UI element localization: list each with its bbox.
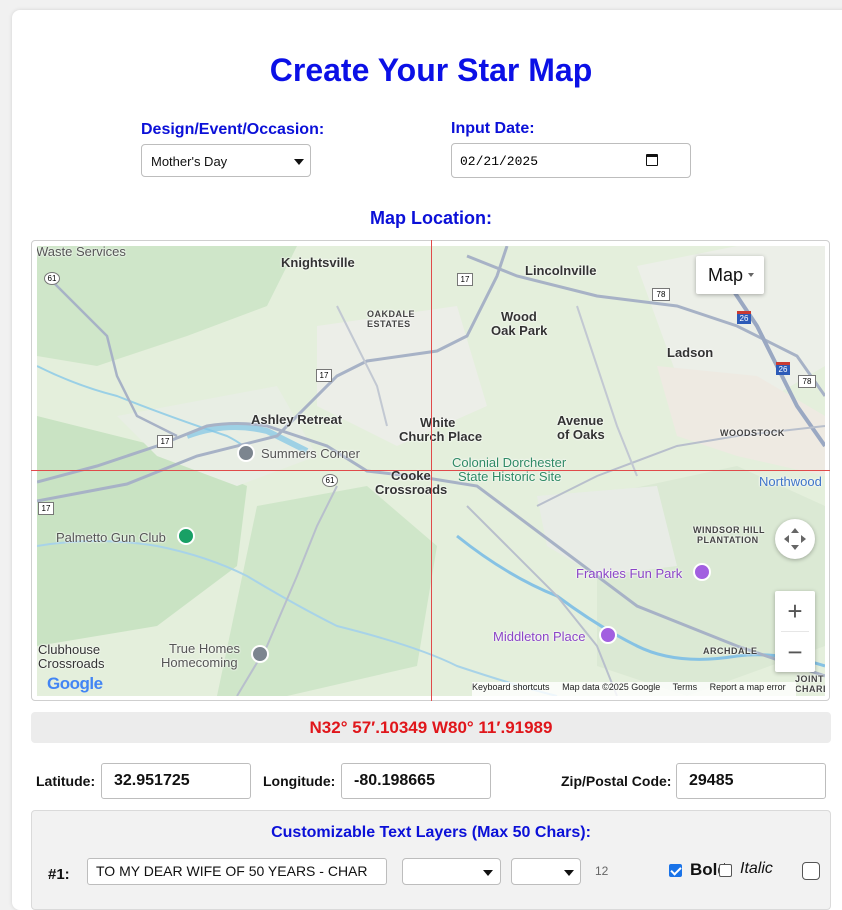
amusement-pin-icon	[693, 563, 711, 581]
map-place-ladson: Ladson	[667, 345, 714, 360]
design-label: Design/Event/Occasion:	[141, 121, 325, 138]
interstate-26-shield-icon: 26	[776, 362, 790, 375]
route-17-shield-icon: 17	[157, 435, 173, 448]
crosshair-horizontal	[31, 470, 830, 471]
landmark-pin-icon	[599, 626, 617, 644]
layer-1-text-input[interactable]: TO MY DEAR WIFE OF 50 YEARS - CHAR	[87, 858, 387, 885]
map-place-woodstock: WOODSTOCK	[720, 428, 785, 438]
map-place-windsor-2: PLANTATION	[697, 535, 759, 545]
move-arrows-icon	[784, 528, 806, 550]
layer-1-font-select[interactable]	[402, 858, 501, 885]
route-17-shield-icon: 17	[316, 369, 332, 382]
layer-1-italic-checkbox[interactable]	[719, 864, 732, 877]
terms-link[interactable]: Terms	[673, 682, 698, 692]
map-place-cooke-2: Crossroads	[375, 482, 448, 497]
interstate-26-shield-icon: 26	[737, 311, 751, 324]
map-place-middleton: Middleton Place	[493, 629, 586, 644]
location-pin-icon	[251, 645, 269, 663]
chevron-down-icon	[294, 159, 304, 165]
map-place-lincolnville: Lincolnville	[525, 263, 597, 278]
zoom-out-button[interactable]: −	[775, 632, 815, 672]
map-heading: Map Location:	[370, 208, 492, 228]
map-place-frankies: Frankies Fun Park	[576, 566, 683, 581]
map-place-white-1: White	[420, 415, 456, 430]
layer-1-style-select[interactable]	[511, 858, 581, 885]
map-place-clubhouse-2: Crossroads	[38, 656, 105, 671]
google-logo: Google	[47, 674, 103, 694]
location-pin-icon	[177, 527, 195, 545]
zip-input[interactable]: 29485	[676, 763, 826, 799]
layer-1-font-size: 12	[595, 864, 609, 878]
route-78-shield-icon: 78	[652, 288, 670, 301]
longitude-label: Longitude:	[263, 773, 336, 789]
map-place-charles: CHARLES	[795, 684, 825, 694]
route-61-shield-icon: 61	[44, 272, 60, 285]
calendar-icon[interactable]	[646, 154, 658, 166]
map-place-wood-2: Oak Park	[491, 323, 548, 338]
chevron-down-icon	[483, 870, 493, 876]
design-select-value: Mother's Day	[151, 154, 228, 169]
map-data-text: Map data ©2025 Google	[562, 682, 661, 692]
map-footer: Keyboard shortcuts Map data ©2025 Google…	[472, 682, 796, 696]
zoom-in-button[interactable]: +	[775, 591, 815, 631]
layer-1-italic-label: Italic	[740, 860, 773, 877]
latitude-input[interactable]: 32.951725	[101, 763, 251, 799]
map-place-knightsville: Knightsville	[281, 255, 355, 270]
map-place-clubhouse-1: Clubhouse	[38, 642, 101, 657]
date-value: 02/21/2025	[460, 154, 539, 169]
map-place-colonial-1: Colonial Dorchester	[452, 455, 567, 470]
zip-label: Zip/Postal Code:	[561, 773, 672, 789]
latitude-label: Latitude:	[36, 773, 96, 789]
map-place-avenue-1: Avenue	[557, 413, 604, 428]
map-place-summers: Summers Corner	[261, 446, 360, 461]
chevron-down-icon	[748, 273, 754, 277]
layer-1-bold-checkbox[interactable]	[669, 864, 682, 877]
map-place-northwood: Northwood	[759, 474, 822, 489]
chevron-down-icon	[564, 870, 574, 876]
route-17-shield-icon: 17	[457, 273, 473, 286]
map-place-waste: Waste Services	[37, 246, 126, 259]
map-place-white-2: Church Place	[399, 429, 483, 444]
map-place-truehomes-1: True Homes	[169, 641, 241, 656]
map-place-avenue-2: of Oaks	[557, 427, 605, 442]
map-place-wood-1: Wood	[501, 309, 537, 324]
page-title: Create Your Star Map	[269, 52, 593, 88]
route-78-shield-icon: 78	[798, 375, 816, 388]
report-error-link[interactable]: Report a map error	[710, 682, 786, 692]
zoom-control: + −	[775, 591, 815, 672]
keyboard-shortcuts-link[interactable]: Keyboard shortcuts	[472, 682, 550, 692]
design-select[interactable]: Mother's Day	[141, 144, 311, 177]
route-61-shield-icon: 61	[322, 474, 338, 487]
map-place-archdale: ARCHDALE	[703, 646, 758, 656]
date-label: Input Date:	[451, 120, 535, 137]
route-17-shield-icon: 17	[38, 502, 54, 515]
map-place-cooke-1: Cooke	[391, 468, 431, 483]
map-place-oakdale-2: ESTATES	[367, 319, 411, 329]
map-place-ashley: Ashley Retreat	[251, 412, 343, 427]
location-pin-icon	[237, 444, 255, 462]
layer-1-number: #1:	[48, 866, 70, 883]
map-place-truehomes-2: Homecoming	[161, 655, 238, 670]
map-place-palmetto: Palmetto Gun Club	[56, 530, 166, 545]
text-layers-title: Customizable Text Layers (Max 50 Chars):	[271, 824, 591, 841]
map-type-label: Map	[708, 265, 744, 285]
map-type-button[interactable]: Map	[696, 256, 764, 294]
camera-control-button[interactable]	[775, 519, 815, 559]
google-logo-text: Google	[47, 674, 103, 693]
layer-1-extra-checkbox[interactable]	[802, 862, 820, 880]
coordinates-display: N32° 57′.10349 W80° 11′.91989	[31, 712, 831, 743]
map-place-colonial-2: State Historic Site	[458, 469, 562, 484]
longitude-input[interactable]: -80.198665	[341, 763, 491, 799]
date-input[interactable]: 02/21/2025	[451, 143, 691, 178]
